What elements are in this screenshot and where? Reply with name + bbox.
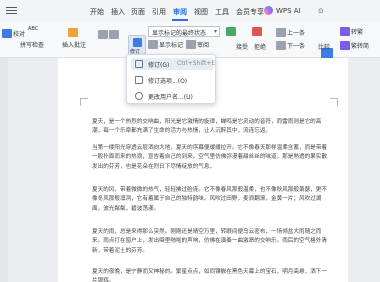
menu-item-change-username[interactable]: 更改用户名...(U) <box>131 90 213 102</box>
previous-icon <box>276 28 286 37</box>
document-paragraph: 夏天，是一个热烈的交响曲，阳光是它激情的旋律，蝉鸣是它灵动的音符，而雷雨则是它的… <box>92 119 322 135</box>
track-changes-button[interactable]: 修订 <box>128 35 146 55</box>
more-icon[interactable]: ⊙ <box>318 7 324 15</box>
markup-mode-value: 显示标记的最终状态 <box>152 30 207 37</box>
user-icon <box>135 92 143 100</box>
tab-review[interactable]: 审阅 <box>173 7 187 17</box>
simplify-icon <box>340 41 350 50</box>
track-changes-icon <box>135 60 143 68</box>
accept-button[interactable] <box>226 27 237 36</box>
traditional-button[interactable]: 转繁 <box>340 27 363 36</box>
tab-tools[interactable]: 工具 <box>215 7 229 17</box>
proofread-label: 校对 <box>13 31 26 38</box>
margin-corner-mark <box>330 98 338 106</box>
track-changes-icon <box>133 38 142 47</box>
wps-ai-label: WPS AI <box>276 7 301 15</box>
next-icon <box>276 41 286 50</box>
tab-insert[interactable]: 插入 <box>111 7 125 17</box>
simplify-button[interactable]: 繁转简 <box>340 41 369 50</box>
review-pane-button[interactable]: 审阅 <box>186 40 209 49</box>
traditional-label: 转繁 <box>351 29 364 36</box>
track-changes-dropdown-menu: 修订(G) Ctrl+Shift+E 修订选项...(O) 更改用户名...(U… <box>126 54 216 104</box>
reject-label: 拒绝 <box>254 44 267 51</box>
document-paragraph: 夏天的雨，总是来得那么突然。刚刚还是晴空万里，转眼间便乌云密布，一场倾盆大雨随之… <box>92 229 327 254</box>
menu-item-track-changes[interactable]: 修订(G) Ctrl+Shift+E <box>131 58 216 70</box>
tab-home[interactable]: 开始 <box>90 7 104 17</box>
accept-label: 接受 <box>236 44 249 51</box>
next-label: 下一条 <box>287 43 306 50</box>
options-icon <box>135 76 143 84</box>
navigation-pane-strip[interactable] <box>0 58 8 282</box>
document-paragraph: 夏天的夜晚，是宁静而又神秘的。繁星点点，如同镶嵌在黑色天幕上的宝石，明月高悬，洒… <box>92 269 327 282</box>
previous-change-button[interactable]: 上一条 <box>276 28 305 37</box>
wps-ai-icon <box>264 6 273 15</box>
show-markup-icon <box>148 40 158 49</box>
compare-label: 比较 <box>318 44 331 51</box>
menu-item-shortcut: Ctrl+Shift+E <box>177 60 216 67</box>
reject-icon <box>252 27 262 36</box>
spell-icon: ABC <box>28 26 39 32</box>
traditional-icon <box>340 27 350 36</box>
hamburger-menu-icon[interactable] <box>6 7 17 15</box>
simplify-label: 繁转简 <box>351 43 370 50</box>
markup-mode-select[interactable]: 显示标记的最终状态 ▾ <box>148 26 220 37</box>
insert-comment-button[interactable]: 插入批注 <box>62 40 86 49</box>
review-pane-icon <box>186 40 196 49</box>
next-change-button[interactable]: 下一条 <box>276 41 305 50</box>
active-tab-indicator <box>172 19 188 21</box>
accept-icon <box>226 27 236 36</box>
menu-item-revision-options[interactable]: 修订选项...(O) <box>131 74 213 86</box>
show-markup-button[interactable]: 显示标记 <box>148 40 183 49</box>
proofread-icon <box>2 29 12 38</box>
margin-corner-mark <box>80 98 88 106</box>
reject-button[interactable] <box>252 27 263 36</box>
insert-comment-icon[interactable] <box>68 28 79 37</box>
previous-label: 上一条 <box>287 30 306 37</box>
proofread-button[interactable]: 校对 <box>2 29 25 38</box>
wps-ai-button[interactable]: WPS AI <box>264 6 301 15</box>
menu-item-label: 修订(G) <box>148 62 170 69</box>
show-markup-label: 显示标记 <box>159 42 184 49</box>
menu-item-label: 更改用户名...(U) <box>148 94 193 101</box>
document-paragraph: 当第一缕阳光穿透云层洒向大地，夏天的序幕便缓缓拉开。它不像春天那样温柔含蓄，而是… <box>92 145 327 170</box>
document-paragraph: 夏天的风，带着微微的热气，轻轻拂过脸庞。它不像春风那般温柔，也不像秋风那般萧瑟，… <box>92 187 327 212</box>
comment-tools-icon[interactable] <box>98 30 120 39</box>
tab-member[interactable]: 会员专享 <box>236 7 264 17</box>
menu-item-label: 修订选项...(O) <box>148 78 188 85</box>
tab-page[interactable]: 页面 <box>131 7 145 17</box>
spell-check-button[interactable]: 拼写检查 <box>20 40 44 49</box>
tab-references[interactable]: 引用 <box>152 7 166 17</box>
chevron-down-icon: ▾ <box>213 28 217 35</box>
review-pane-label: 审阅 <box>197 42 210 49</box>
menu-bar: 开始 插入 页面 引用 审阅 视图 工具 会员专享 WPS AI ⊙ <box>0 0 380 22</box>
tab-view[interactable]: 视图 <box>194 7 208 17</box>
